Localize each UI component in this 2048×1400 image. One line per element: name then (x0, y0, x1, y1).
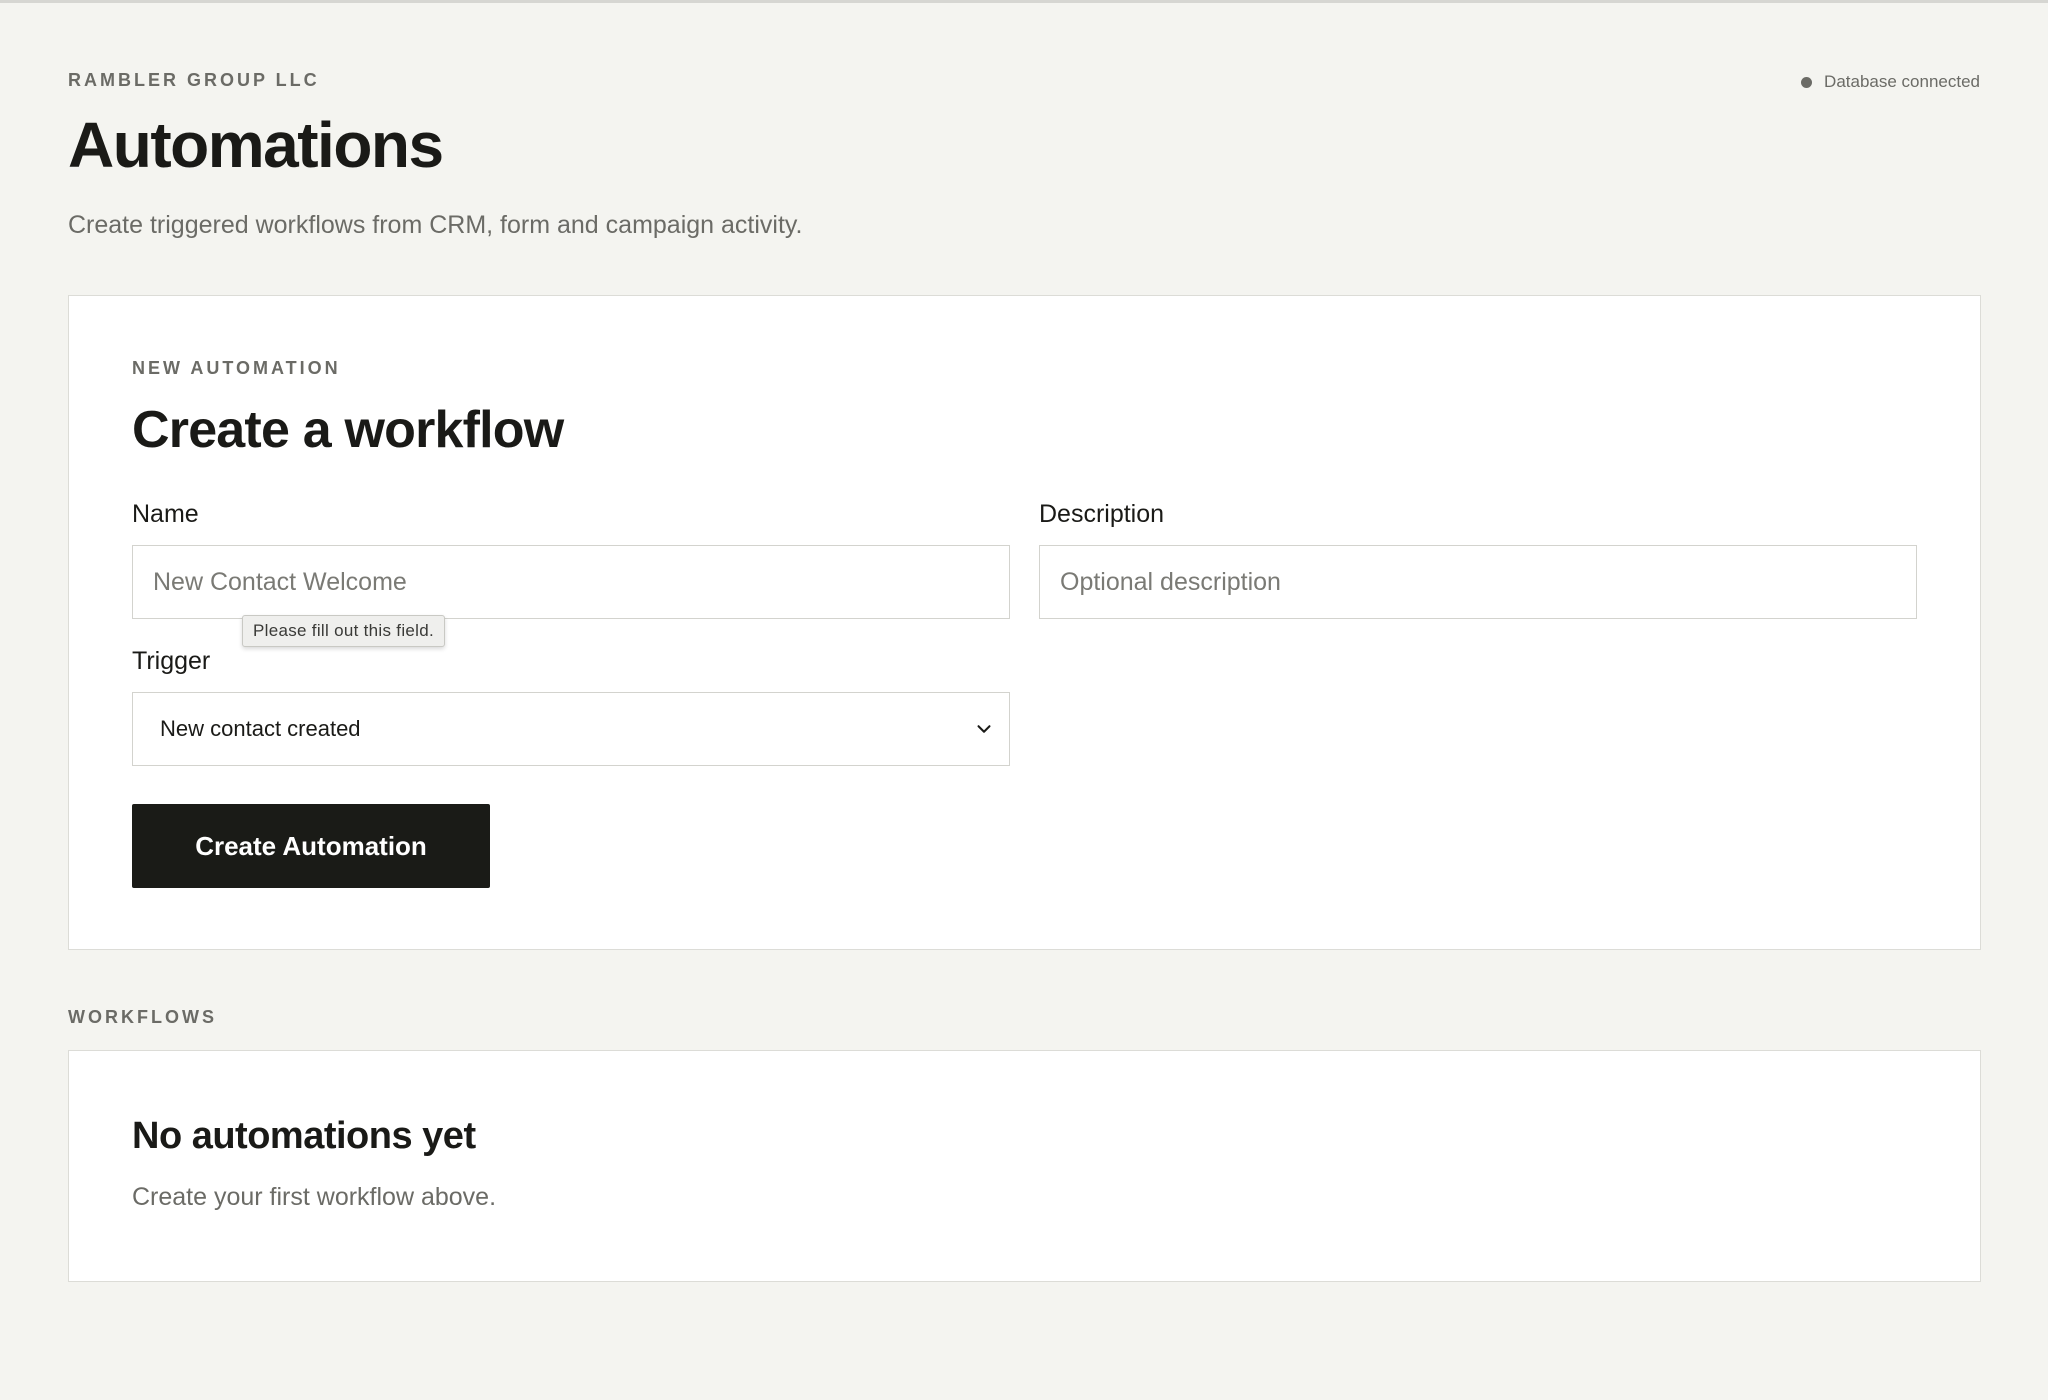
status-text: Database connected (1824, 72, 1980, 91)
new-automation-eyebrow: NEW AUTOMATION (132, 358, 341, 378)
trigger-selected-value: New contact created (160, 716, 361, 741)
org-name: RAMBLER GROUP LLC (68, 70, 320, 90)
page-subtitle: Create triggered workflows from CRM, for… (68, 211, 803, 239)
new-automation-card: NEW AUTOMATION Create a workflow Name De… (68, 295, 1981, 950)
description-label: Description (1039, 500, 1165, 528)
connection-status: Database connected (1801, 72, 1980, 92)
page-header: RAMBLER GROUP LLC Database connected Aut… (68, 70, 1980, 240)
validation-tooltip: Please fill out this field. (242, 615, 446, 647)
empty-state-title: No automations yet (132, 1115, 476, 1157)
name-input[interactable] (132, 545, 1010, 619)
page-title: Automations (68, 109, 444, 181)
create-automation-button[interactable]: Create Automation (132, 804, 490, 888)
description-input[interactable] (1039, 545, 1917, 619)
empty-state-text: Create your first workflow above. (132, 1183, 497, 1211)
workflows-section-label: WORKFLOWS (68, 1007, 217, 1027)
workflows-empty-state: No automations yet Create your first wor… (68, 1050, 1981, 1282)
form-title: Create a workflow (132, 401, 564, 459)
trigger-select[interactable]: New contact created (132, 692, 1010, 766)
chevron-down-icon (977, 725, 991, 733)
name-label: Name (132, 500, 199, 528)
top-divider (0, 0, 2048, 3)
trigger-label: Trigger (132, 647, 211, 675)
status-dot-icon (1801, 76, 1813, 88)
